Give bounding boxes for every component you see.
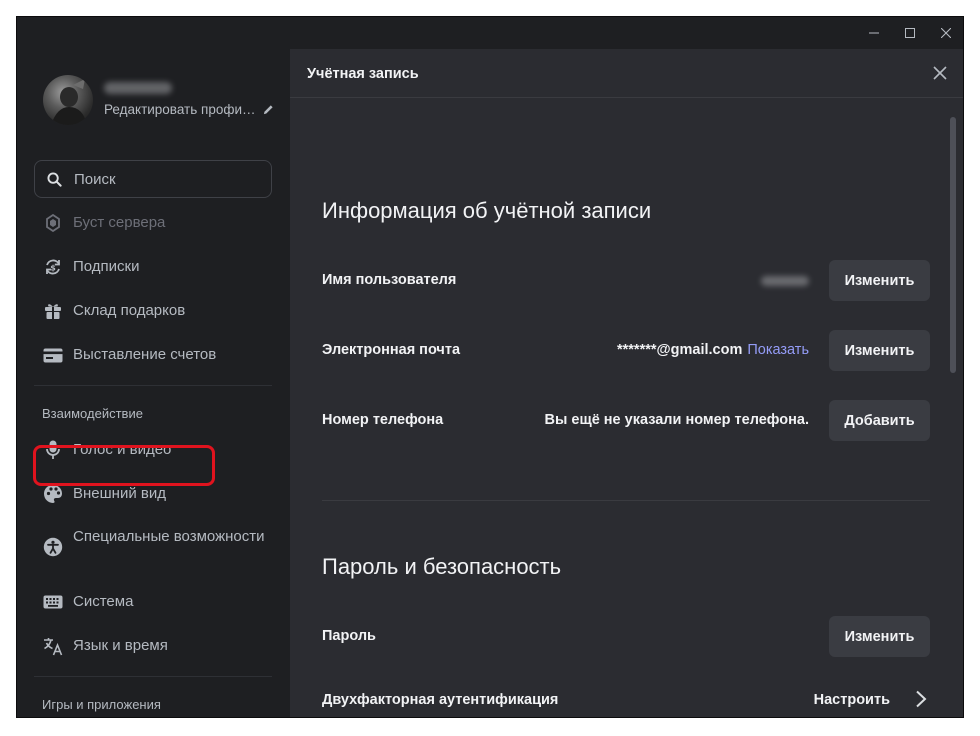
svg-text:$: $ [50, 264, 56, 273]
close-icon [933, 66, 947, 80]
sidebar-item-label: Подписки [73, 258, 140, 275]
maximize-button[interactable] [893, 17, 927, 49]
sidebar-section-games: Игры и приложения [42, 697, 161, 712]
sidebar-item-accessibility[interactable]: Специальные возможности [34, 521, 272, 573]
chevron-right-icon[interactable] [915, 690, 927, 708]
sidebar-item-label: Внешний вид [73, 485, 166, 502]
phone-label: Номер телефона [322, 412, 444, 428]
email-masked: *******@gmail.com [617, 342, 743, 358]
search-placeholder: Поиск [74, 170, 116, 188]
annotation-highlight [33, 445, 215, 486]
minimize-icon [869, 32, 879, 34]
subscriptions-icon: $ [43, 257, 63, 277]
configure-twofa-link[interactable]: Настроить [814, 692, 890, 708]
change-password-button[interactable]: Изменить [829, 616, 930, 657]
palette-icon [43, 484, 63, 504]
sidebar-item-label: Выставление счетов [73, 346, 217, 363]
content-scrollbar[interactable] [950, 117, 956, 373]
password-label: Пароль [322, 628, 376, 644]
window-close-button[interactable] [929, 17, 963, 49]
avatar-image [51, 79, 87, 125]
section-divider [322, 500, 930, 501]
edit-profile-label: Редактировать профи… [104, 102, 256, 117]
settings-sidebar: Редактировать профи… Поиск Буст сервера … [17, 49, 290, 717]
sidebar-item-label: Язык и время [73, 637, 168, 654]
gift-icon [43, 301, 63, 321]
email-label: Электронная почта [322, 342, 461, 358]
username-label: Имя пользователя [322, 272, 457, 288]
sidebar-item-billing[interactable]: Выставление счетов [34, 335, 272, 375]
profile-card[interactable]: Редактировать профи… [43, 75, 273, 125]
sidebar-item-system[interactable]: Система [34, 582, 272, 622]
title-bar [17, 17, 963, 49]
settings-close-button[interactable] [933, 66, 947, 80]
settings-content: Учётная запись Информация об учётной зап… [290, 49, 963, 717]
sidebar-divider [34, 676, 272, 677]
sidebar-item-gift-inventory[interactable]: Склад подарков [34, 291, 272, 331]
email-value: *******@gmail.com Показать [617, 342, 809, 358]
search-input[interactable]: Поиск [34, 160, 272, 198]
show-email-link[interactable]: Показать [747, 342, 809, 358]
maximize-icon [905, 28, 915, 38]
sidebar-divider [34, 385, 272, 386]
twofa-label: Двухфакторная аутентификация [322, 692, 559, 708]
accessibility-icon [43, 537, 63, 557]
card-icon [43, 345, 63, 365]
minimize-button[interactable] [857, 17, 891, 49]
pencil-icon [264, 105, 273, 115]
content-header: Учётная запись [290, 49, 963, 98]
page-title: Учётная запись [307, 66, 419, 82]
sidebar-item-label: Специальные возможности [73, 528, 265, 545]
avatar[interactable] [43, 75, 93, 125]
add-phone-button[interactable]: Добавить [829, 400, 930, 441]
security-heading: Пароль и безопасность [322, 554, 562, 579]
edit-email-button[interactable]: Изменить [829, 330, 930, 371]
boost-icon [43, 213, 63, 233]
search-icon [47, 171, 62, 187]
sidebar-item-label: Буст сервера [73, 214, 166, 231]
account-info-heading: Информация об учётной записи [322, 198, 652, 223]
sidebar-item-subscriptions[interactable]: $ Подписки [34, 247, 272, 287]
close-icon [941, 28, 951, 38]
sidebar-section-interaction: Взаимодействие [42, 406, 143, 421]
edit-profile-link[interactable]: Редактировать профи… [104, 102, 274, 117]
username-blurred [104, 82, 172, 94]
sidebar-item-language-time[interactable]: Язык и время [34, 626, 272, 666]
sidebar-item-label: Система [73, 593, 134, 610]
translate-icon [43, 636, 63, 656]
keyboard-icon [43, 592, 63, 612]
app-window: Редактировать профи… Поиск Буст сервера … [16, 16, 964, 718]
edit-username-button[interactable]: Изменить [829, 260, 930, 301]
username-value-blurred [761, 276, 809, 286]
sidebar-item-label: Склад подарков [73, 302, 186, 319]
sidebar-item-server-boost[interactable]: Буст сервера [34, 203, 272, 243]
phone-value: Вы ещё не указали номер телефона. [544, 412, 809, 428]
